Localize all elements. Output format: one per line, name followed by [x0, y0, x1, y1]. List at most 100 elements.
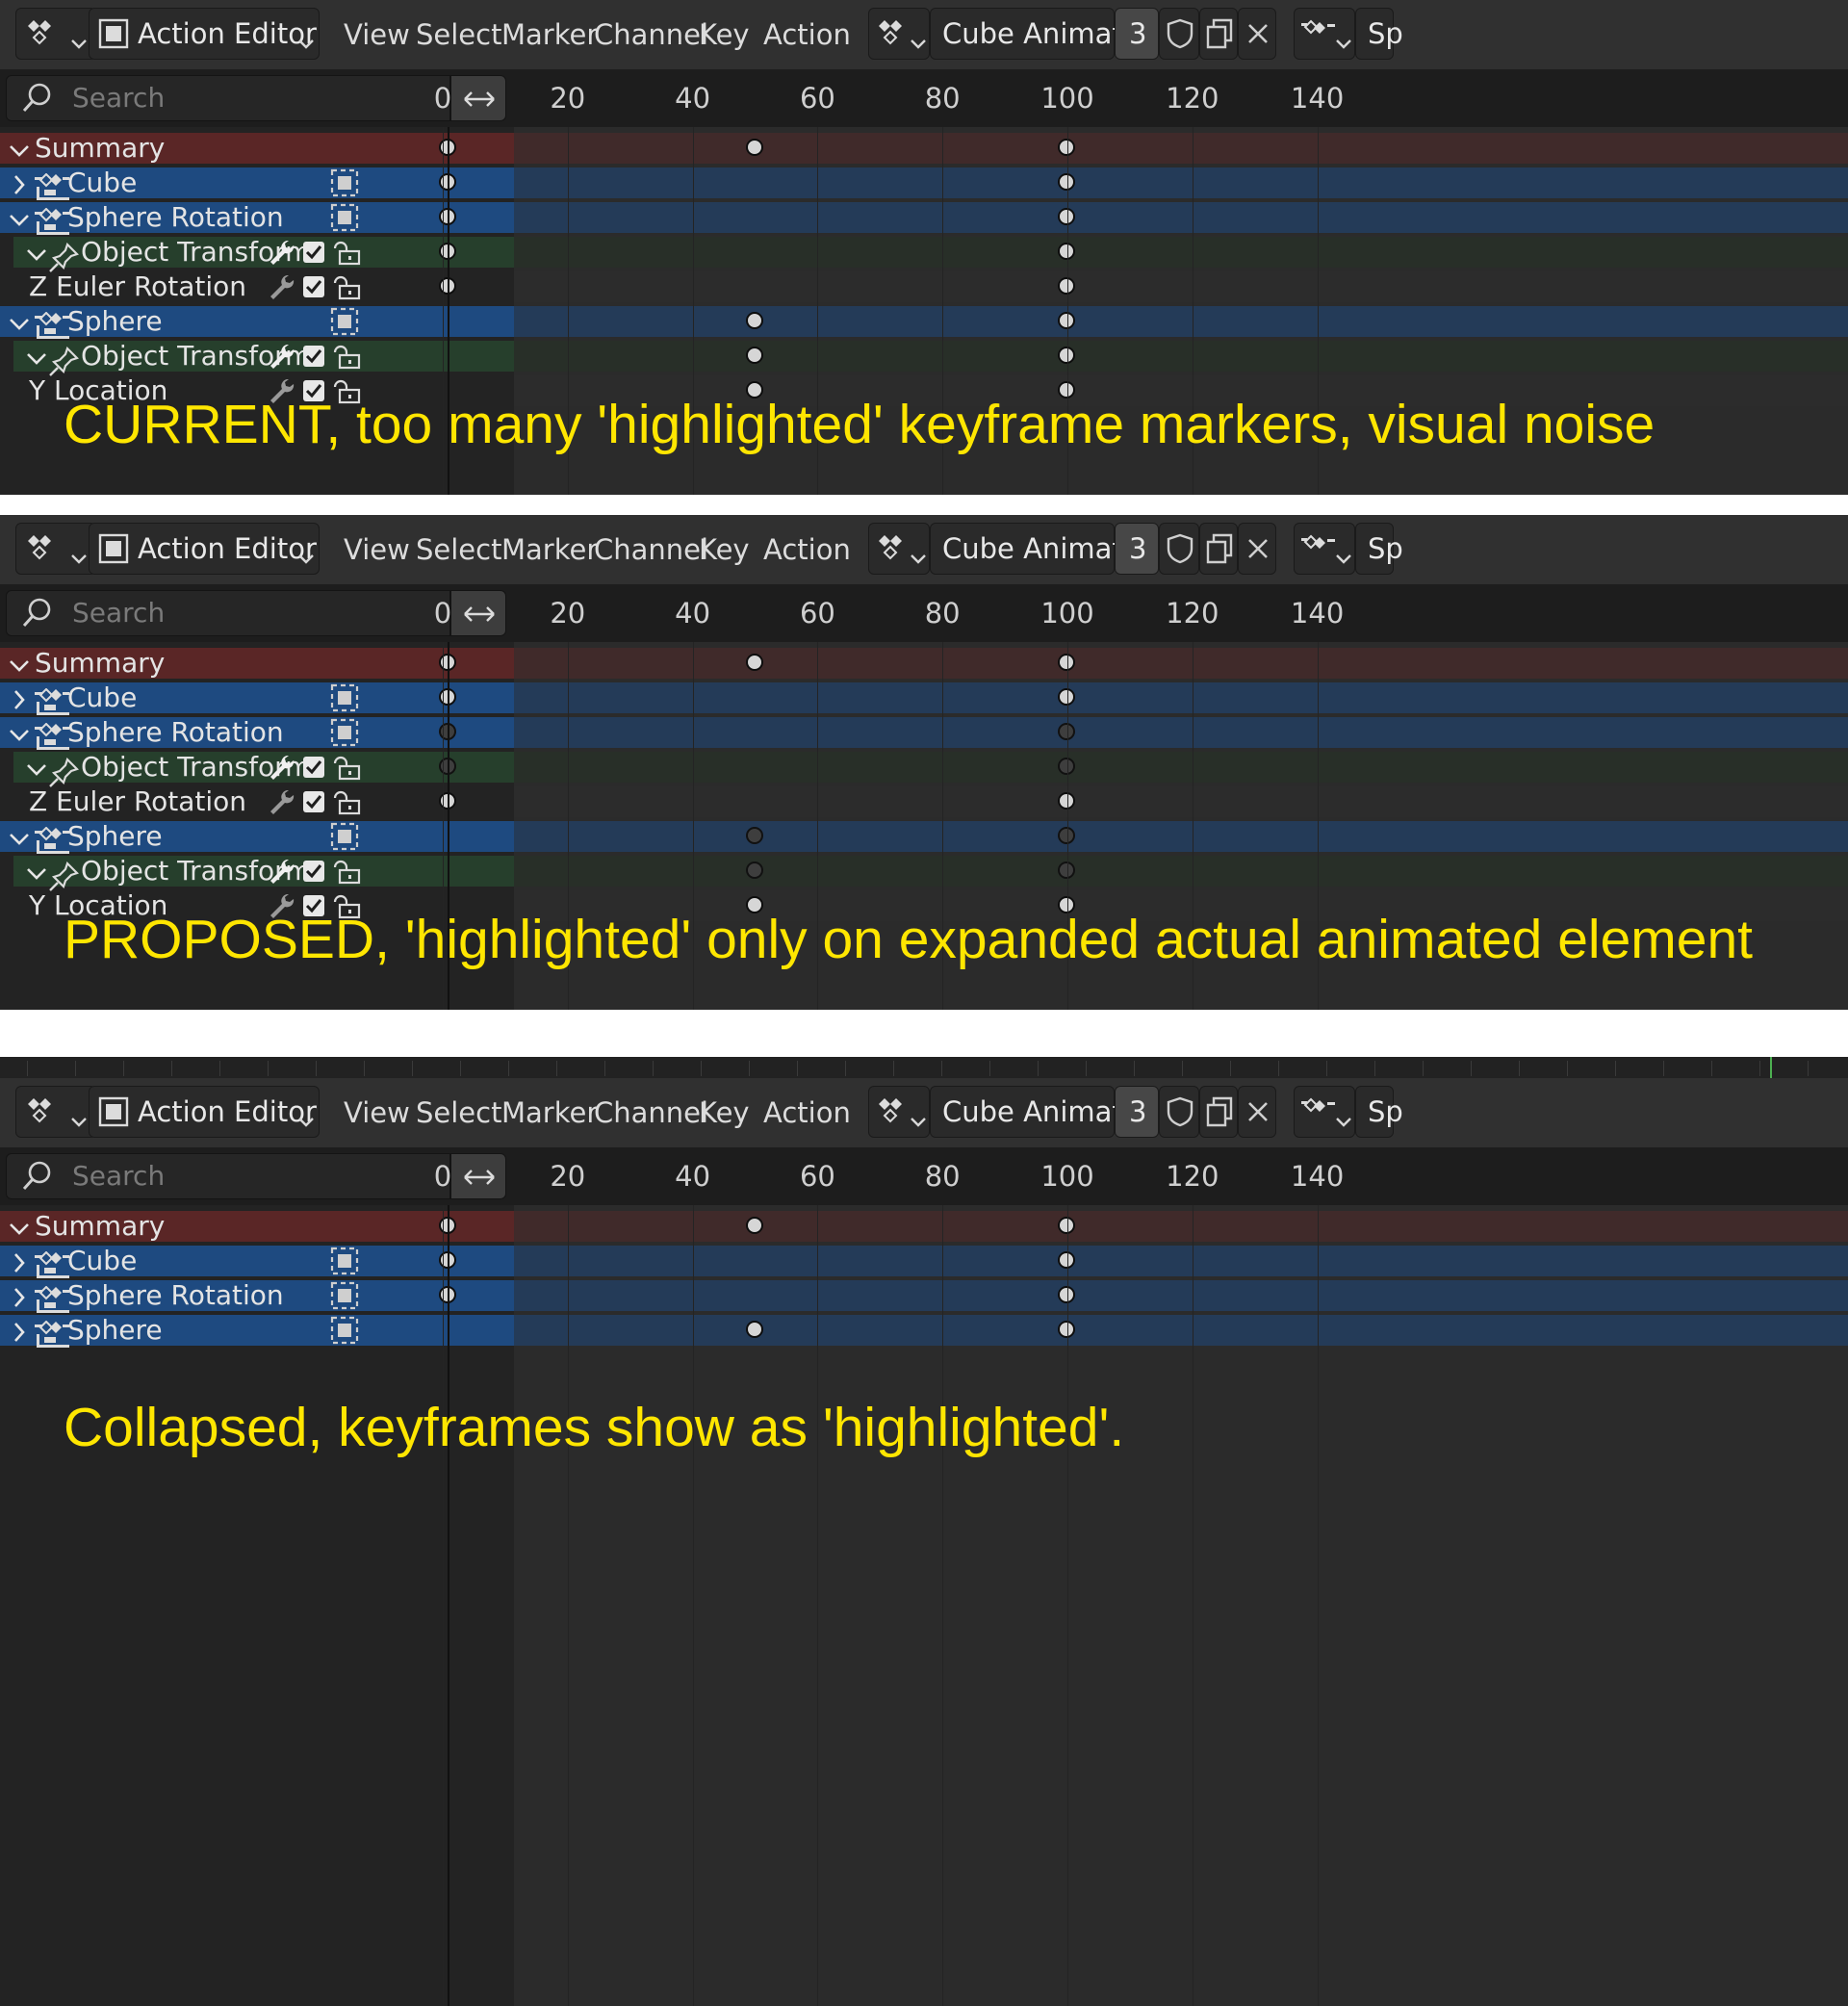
wrench-icon[interactable] [268, 788, 295, 815]
unlink-action-button[interactable] [1238, 1086, 1276, 1138]
channel-object[interactable]: Cube [0, 1246, 514, 1278]
channel-summary[interactable]: Summary [0, 648, 514, 679]
mute-toggle-icon[interactable] [330, 1281, 359, 1310]
editor-type-dropdown[interactable] [15, 1086, 96, 1138]
menu-action[interactable]: Action [763, 1074, 851, 1151]
channel-object[interactable]: Sphere Rotation [0, 1280, 514, 1313]
keyframe-marker[interactable] [1058, 1217, 1075, 1234]
keyframe-marker[interactable] [745, 347, 763, 364]
lock-icon[interactable] [331, 754, 361, 781]
keyframe-marker[interactable] [745, 827, 763, 844]
checkbox-icon[interactable] [302, 345, 329, 372]
mute-toggle-icon[interactable] [330, 683, 359, 712]
menu-view[interactable]: View [344, 0, 410, 73]
channel-object[interactable]: Sphere Rotation [0, 202, 514, 235]
keyframe-marker[interactable] [745, 312, 763, 329]
checkbox-icon[interactable] [302, 241, 329, 268]
action-name-field[interactable]: Cube Animations [930, 8, 1180, 60]
mute-toggle-icon[interactable] [330, 1247, 359, 1275]
channel-summary[interactable]: Summary [0, 1211, 514, 1242]
menu-select[interactable]: Select [416, 515, 501, 588]
cutoff-button[interactable]: Sp [1355, 523, 1403, 575]
keyframe-marker[interactable] [1058, 277, 1075, 295]
menu-key[interactable]: Key [699, 1074, 750, 1151]
keyframe-marker[interactable] [1058, 1286, 1075, 1303]
users-count-button[interactable]: 3 [1115, 523, 1159, 575]
checkbox-icon[interactable] [302, 790, 329, 817]
snapping-dropdown[interactable] [1294, 523, 1355, 575]
unlink-action-button[interactable] [1238, 523, 1276, 575]
search-field[interactable]: Search [6, 590, 450, 636]
users-count-button[interactable]: 3 [1115, 8, 1159, 60]
keyframe-marker[interactable] [1058, 173, 1075, 191]
channel-object[interactable]: Cube [0, 682, 514, 715]
action-name-field[interactable]: Cube Animations [930, 1086, 1180, 1138]
channel-group[interactable]: Object Transforms [13, 856, 514, 891]
channel-fcurve[interactable]: Z Euler Rotation [0, 786, 514, 817]
keyframe-marker[interactable] [1058, 1321, 1075, 1338]
checkbox-icon[interactable] [302, 860, 329, 887]
wrench-icon[interactable] [268, 273, 295, 300]
swap-filter-button[interactable] [450, 1153, 506, 1199]
swap-filter-button[interactable] [450, 590, 506, 636]
mute-toggle-icon[interactable] [330, 203, 359, 232]
mute-toggle-icon[interactable] [330, 168, 359, 197]
swap-filter-button[interactable] [450, 75, 506, 121]
channel-object[interactable]: Sphere [0, 306, 514, 339]
action-type-dropdown[interactable] [868, 1086, 930, 1138]
wrench-icon[interactable] [268, 343, 295, 370]
action-type-dropdown[interactable] [868, 8, 930, 60]
lock-icon[interactable] [331, 273, 361, 300]
keyframe-marker[interactable] [1058, 792, 1075, 810]
menu-key[interactable]: Key [699, 515, 750, 588]
fake-user-button[interactable] [1159, 8, 1199, 60]
keyframe-marker[interactable] [1058, 139, 1075, 156]
channel-summary[interactable]: Summary [0, 133, 514, 164]
channel-fcurve[interactable]: Z Euler Rotation [0, 271, 514, 302]
keyframe-marker[interactable] [1058, 688, 1075, 706]
mute-toggle-icon[interactable] [330, 1316, 359, 1345]
lock-icon[interactable] [331, 343, 361, 370]
wrench-icon[interactable] [268, 858, 295, 885]
users-count-button[interactable]: 3 [1115, 1086, 1159, 1138]
menu-channel[interactable]: Channel [594, 0, 708, 73]
cutoff-button[interactable]: Sp [1355, 1086, 1403, 1138]
lock-icon[interactable] [331, 788, 361, 815]
action-type-dropdown[interactable] [868, 523, 930, 575]
keyframe-marker[interactable] [1058, 208, 1075, 225]
keyframe-marker[interactable] [745, 139, 763, 156]
keyframe-marker[interactable] [745, 862, 763, 879]
channel-object[interactable]: Sphere [0, 1315, 514, 1348]
duplicate-action-button[interactable] [1199, 1086, 1238, 1138]
keyframe-marker[interactable] [745, 1321, 763, 1338]
menu-marker[interactable]: Marker [501, 0, 598, 73]
keyframe-marker[interactable] [1058, 827, 1075, 844]
mute-toggle-icon[interactable] [330, 307, 359, 336]
menu-view[interactable]: View [344, 1074, 410, 1151]
menu-marker[interactable]: Marker [501, 1074, 598, 1151]
duplicate-action-button[interactable] [1199, 8, 1238, 60]
search-field[interactable]: Search [6, 1153, 450, 1199]
keyframe-marker[interactable] [1058, 312, 1075, 329]
menu-select[interactable]: Select [416, 1074, 501, 1151]
snapping-dropdown[interactable] [1294, 1086, 1355, 1138]
duplicate-action-button[interactable] [1199, 523, 1238, 575]
editor-type-dropdown[interactable] [15, 523, 96, 575]
keyframe-marker[interactable] [1058, 862, 1075, 879]
mute-toggle-icon[interactable] [330, 718, 359, 747]
menu-action[interactable]: Action [763, 515, 851, 588]
channel-object[interactable]: Sphere Rotation [0, 717, 514, 750]
menu-marker[interactable]: Marker [501, 515, 598, 588]
fake-user-button[interactable] [1159, 1086, 1199, 1138]
menu-view[interactable]: View [344, 515, 410, 588]
snapping-dropdown[interactable] [1294, 8, 1355, 60]
menu-channel[interactable]: Channel [594, 515, 708, 588]
keyframe-marker[interactable] [1058, 347, 1075, 364]
lock-icon[interactable] [331, 239, 361, 266]
keyframe-marker[interactable] [745, 654, 763, 671]
checkbox-icon[interactable] [302, 756, 329, 783]
channel-group[interactable]: Object Transforms [13, 341, 514, 376]
fake-user-button[interactable] [1159, 523, 1199, 575]
editor-type-dropdown[interactable] [15, 8, 96, 60]
keyframe-marker[interactable] [1058, 723, 1075, 740]
